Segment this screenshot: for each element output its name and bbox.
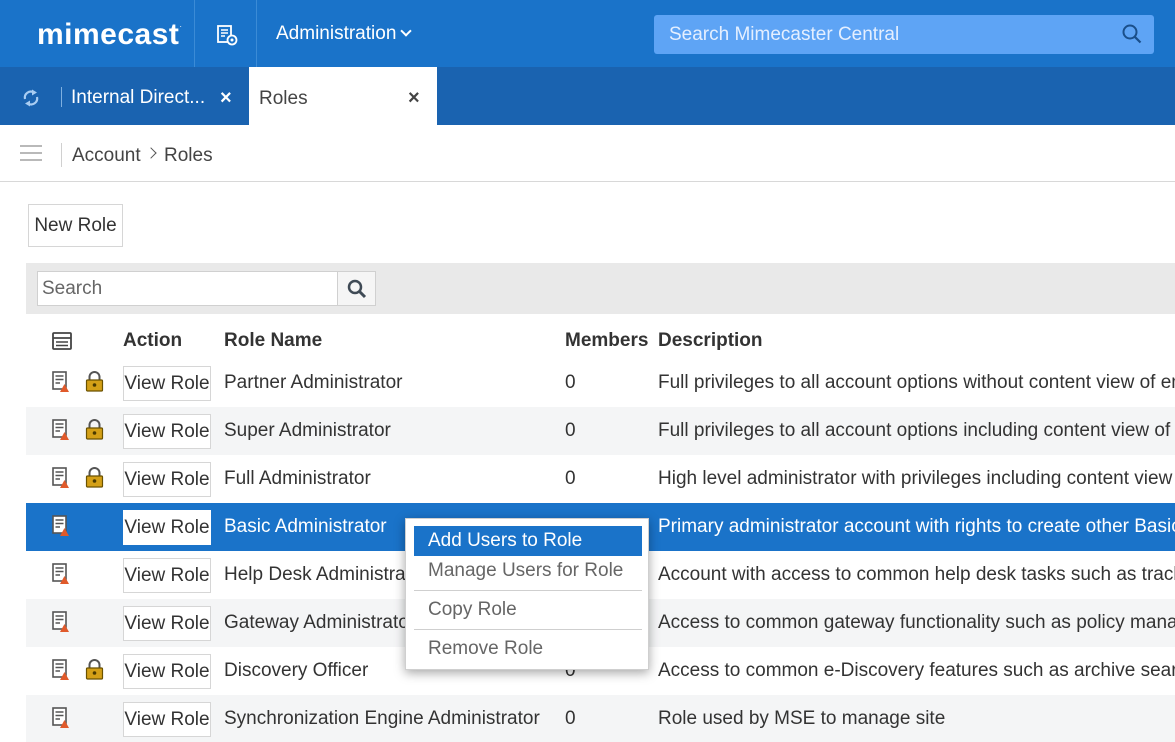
role-description: Role used by MSE to manage site bbox=[658, 708, 946, 729]
breadcrumb-account[interactable]: Account bbox=[72, 145, 141, 167]
role-document-icon bbox=[52, 707, 70, 729]
view-role-button[interactable]: View Role bbox=[123, 702, 211, 737]
tab-internal-directories[interactable]: Internal Direct... bbox=[71, 87, 205, 109]
global-search bbox=[654, 15, 1154, 54]
mimecast-logo[interactable]: mimecast· bbox=[37, 18, 183, 52]
search-icon bbox=[347, 279, 366, 298]
search-button[interactable] bbox=[337, 271, 376, 306]
role-name: Discovery Officer bbox=[224, 660, 369, 681]
view-role-button[interactable]: View Role bbox=[123, 414, 211, 449]
table-row[interactable]: View Role Super Administrator 0 Full pri… bbox=[26, 407, 1175, 455]
table-search-input[interactable] bbox=[37, 271, 337, 306]
view-role-button[interactable]: View Role bbox=[123, 462, 211, 497]
view-role-button[interactable]: View Role bbox=[123, 366, 211, 401]
apps-settings-icon[interactable] bbox=[216, 24, 238, 46]
tab-divider bbox=[61, 87, 62, 107]
breadcrumb-divider bbox=[61, 143, 62, 167]
header-divider bbox=[256, 0, 257, 67]
chevron-right-icon bbox=[145, 147, 157, 159]
role-document-icon bbox=[52, 419, 70, 441]
lock-icon bbox=[85, 419, 104, 440]
role-members: 0 bbox=[565, 420, 576, 441]
hamburger-menu-icon[interactable] bbox=[20, 145, 42, 161]
column-header-description[interactable]: Description bbox=[658, 330, 763, 352]
top-header: mimecast· Administration bbox=[0, 0, 1175, 67]
column-header-role-name[interactable]: Role Name bbox=[224, 330, 322, 352]
role-document-icon bbox=[52, 611, 70, 633]
column-header-members[interactable]: Members bbox=[565, 330, 648, 352]
filter-bar bbox=[26, 263, 1175, 314]
table-header: Action Role Name Members Description bbox=[26, 322, 1175, 358]
lock-icon bbox=[85, 467, 104, 488]
view-role-button[interactable]: View Role bbox=[123, 558, 211, 593]
column-chooser-icon[interactable] bbox=[52, 332, 72, 355]
menu-separator bbox=[414, 629, 642, 630]
view-role-button[interactable]: View Role bbox=[123, 510, 211, 545]
role-description: Primary administrator account with right… bbox=[658, 516, 1175, 537]
role-description: Account with access to common help desk … bbox=[658, 564, 1175, 585]
role-members: 0 bbox=[565, 708, 576, 729]
role-description: Access to common gateway functionality s… bbox=[658, 612, 1175, 633]
context-menu: Add Users to Role Manage Users for Role … bbox=[405, 518, 649, 670]
role-description: Full privileges to all account options w… bbox=[658, 372, 1175, 393]
menu-item-copy-role[interactable]: Copy Role bbox=[414, 595, 642, 625]
menu-item-add-users-to-role[interactable]: Add Users to Role bbox=[414, 526, 642, 556]
brand-name: mimecast bbox=[37, 18, 180, 51]
chevron-down-icon bbox=[400, 25, 413, 37]
search-icon[interactable] bbox=[1122, 24, 1142, 49]
role-document-icon bbox=[52, 515, 70, 537]
menu-item-manage-users-for-role[interactable]: Manage Users for Role bbox=[414, 556, 642, 586]
role-name: Gateway Administrator bbox=[224, 612, 416, 633]
administration-menu-label: Administration bbox=[276, 23, 397, 44]
table-row[interactable]: View Role Synchronization Engine Adminis… bbox=[26, 695, 1175, 742]
table-row[interactable]: View Role Full Administrator 0 High leve… bbox=[26, 455, 1175, 503]
lock-icon bbox=[85, 371, 104, 392]
breadcrumb-current: Roles bbox=[164, 145, 213, 166]
role-name: Super Administrator bbox=[224, 420, 391, 441]
table-row[interactable]: View Role Partner Administrator 0 Full p… bbox=[26, 359, 1175, 407]
tab-roles-label: Roles bbox=[259, 88, 308, 109]
menu-separator bbox=[414, 590, 642, 591]
brand-mark: · bbox=[179, 22, 183, 31]
role-name: Full Administrator bbox=[224, 468, 371, 489]
role-description: Full privileges to all account options i… bbox=[658, 420, 1175, 441]
menu-item-remove-role[interactable]: Remove Role bbox=[414, 634, 642, 664]
column-header-action[interactable]: Action bbox=[123, 330, 182, 352]
role-name: Basic Administrator bbox=[224, 516, 387, 537]
tab-bar: Internal Direct... × Roles × bbox=[0, 67, 1175, 125]
lock-icon bbox=[85, 659, 104, 680]
role-document-icon bbox=[52, 371, 70, 393]
role-description: Access to common e-Discovery features su… bbox=[658, 660, 1175, 681]
new-role-button[interactable]: New Role bbox=[28, 204, 123, 247]
header-divider bbox=[194, 0, 195, 67]
refresh-icon[interactable] bbox=[21, 88, 41, 113]
close-icon[interactable]: × bbox=[408, 88, 420, 108]
view-role-button[interactable]: View Role bbox=[123, 654, 211, 689]
role-document-icon bbox=[52, 659, 70, 681]
role-document-icon bbox=[52, 563, 70, 585]
breadcrumb-bar: Account Roles bbox=[0, 125, 1175, 182]
tab-roles[interactable]: Roles × bbox=[249, 67, 437, 125]
role-document-icon bbox=[52, 467, 70, 489]
role-members: 0 bbox=[565, 468, 576, 489]
global-search-input[interactable] bbox=[654, 15, 1154, 54]
view-role-button[interactable]: View Role bbox=[123, 606, 211, 641]
administration-menu[interactable]: Administration bbox=[276, 23, 413, 45]
role-members: 0 bbox=[565, 372, 576, 393]
role-name: Synchronization Engine Administrator bbox=[224, 708, 540, 729]
role-name: Help Desk Administrator bbox=[224, 564, 428, 585]
close-icon[interactable]: × bbox=[220, 88, 232, 108]
role-description: High level administrator with privileges… bbox=[658, 468, 1175, 489]
role-name: Partner Administrator bbox=[224, 372, 403, 393]
